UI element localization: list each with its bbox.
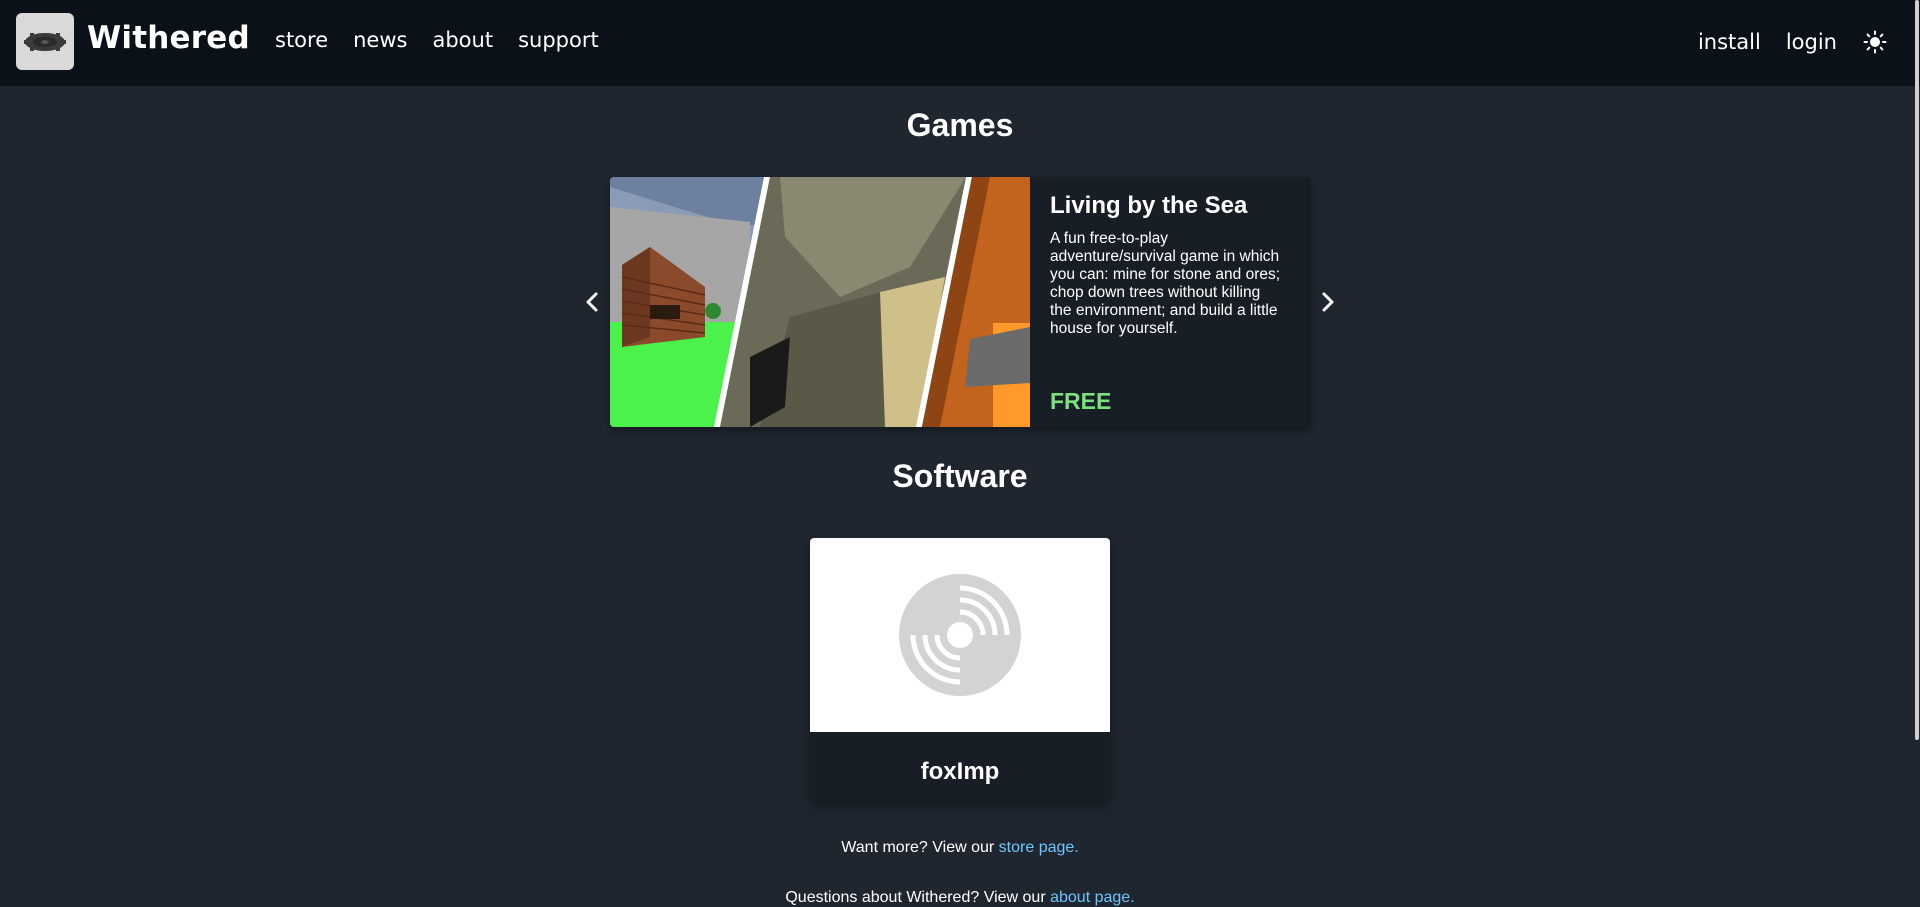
about-page-link[interactable]: about page. <box>1050 889 1135 906</box>
nav-support-link[interactable]: support <box>518 28 599 52</box>
carousel-next-button[interactable] <box>1316 284 1340 320</box>
theme-toggle-button[interactable] <box>1862 29 1888 55</box>
carousel-prev-button[interactable] <box>580 284 604 320</box>
brand-name[interactable]: Withered <box>87 20 250 56</box>
sun-icon <box>1863 30 1887 54</box>
chevron-left-icon <box>586 292 598 312</box>
about-prompt-text: Questions about Withered? View our <box>785 889 1051 906</box>
store-prompt-text: Want more? View our <box>841 839 999 856</box>
disc-logo-icon <box>24 32 66 51</box>
disc-placeholder-icon <box>899 574 1021 696</box>
nav-login-link[interactable]: login <box>1786 30 1837 54</box>
top-navbar: Withered store news about support instal… <box>0 0 1920 86</box>
nav-about-link[interactable]: about <box>432 28 493 52</box>
nav-store-link[interactable]: store <box>275 28 328 52</box>
game-screenshot <box>610 177 1030 427</box>
software-thumbnail <box>810 538 1110 732</box>
featured-game-card[interactable]: Living by the Sea A fun free-to-play adv… <box>610 177 1311 427</box>
chevron-right-icon <box>1322 292 1334 312</box>
about-prompt: Questions about Withered? View our about… <box>0 889 1920 907</box>
game-title[interactable]: Living by the Sea <box>1050 192 1247 220</box>
game-price: FREE <box>1050 388 1112 414</box>
game-info: Living by the Sea A fun free-to-play adv… <box>1050 177 1290 427</box>
game-description: A fun free-to-play adventure/survival ga… <box>1050 230 1281 337</box>
main-nav: store news about support <box>275 28 624 52</box>
games-heading: Games <box>906 107 1014 143</box>
software-name[interactable]: foxImp <box>810 758 1110 786</box>
user-nav: install login <box>1698 29 1920 55</box>
nav-news-link[interactable]: news <box>353 28 407 52</box>
store-prompt: Want more? View our store page. <box>0 839 1920 857</box>
logo[interactable] <box>16 13 74 70</box>
software-card[interactable]: foxImp <box>810 538 1110 802</box>
store-page-link[interactable]: store page. <box>999 839 1079 856</box>
software-heading: Software <box>892 458 1028 494</box>
nav-install-link[interactable]: install <box>1698 30 1761 54</box>
